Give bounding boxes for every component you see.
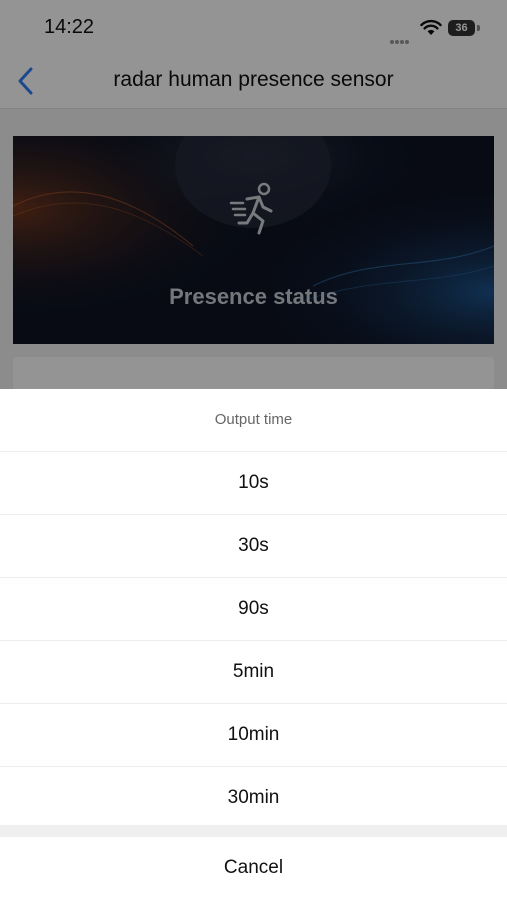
option-10s[interactable]: 10s (0, 452, 507, 515)
option-5min[interactable]: 5min (0, 641, 507, 704)
action-sheet-options: 10s 30s 90s 5min 10min 30min (0, 452, 507, 829)
modal-backdrop[interactable] (0, 0, 507, 389)
screen: 14:22 36 radar human presence sensor Pre… (0, 0, 507, 900)
option-30s[interactable]: 30s (0, 515, 507, 578)
action-sheet-title: Output time (0, 389, 507, 452)
cancel-button[interactable]: Cancel (0, 837, 507, 899)
option-30min[interactable]: 30min (0, 767, 507, 829)
option-90s[interactable]: 90s (0, 578, 507, 641)
action-sheet-divider (0, 825, 507, 837)
option-10min[interactable]: 10min (0, 704, 507, 767)
output-time-action-sheet: Output time 10s 30s 90s 5min 10min 30min… (0, 389, 507, 900)
